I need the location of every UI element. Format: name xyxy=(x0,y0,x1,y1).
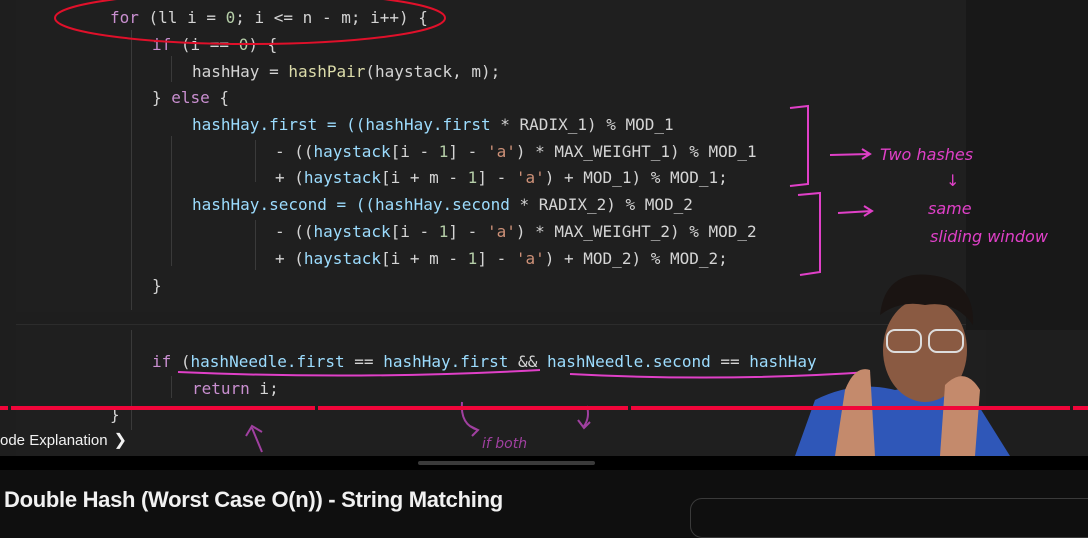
arrow-first xyxy=(829,148,872,160)
bracket-first xyxy=(789,104,809,187)
chapter-divider xyxy=(628,406,631,410)
note-if-both: if both xyxy=(482,436,527,452)
underline-first xyxy=(177,369,541,377)
note-same: same xyxy=(928,199,972,218)
chapter-label: ode Explanation xyxy=(0,431,108,449)
drag-handle[interactable] xyxy=(418,461,595,465)
progress-bar[interactable] xyxy=(0,406,1088,410)
chapter-divider xyxy=(1070,406,1073,410)
presenter-video-overlay xyxy=(795,274,1010,456)
note-two-hashes: Two hashes xyxy=(880,145,973,164)
note-sliding-window: sliding window xyxy=(930,227,1049,246)
bracket-second xyxy=(797,191,821,276)
chapter-divider xyxy=(8,406,11,410)
chevron-right-icon: ❯ xyxy=(113,432,127,449)
red-circle-annotation xyxy=(54,0,446,45)
note-arrow: ↓ xyxy=(946,171,959,190)
side-panel-box xyxy=(690,498,1088,538)
chapter-button[interactable]: ode Explanation ❯ xyxy=(0,430,127,450)
video-player[interactable]: for (ll i = 0; i <= n - m; i++) {if (i =… xyxy=(0,0,1088,456)
chapter-divider xyxy=(315,406,318,410)
arrow-second xyxy=(837,205,874,217)
arrow-up xyxy=(245,424,263,453)
video-title: Double Hash (Worst Case O(n)) - String M… xyxy=(4,487,503,512)
